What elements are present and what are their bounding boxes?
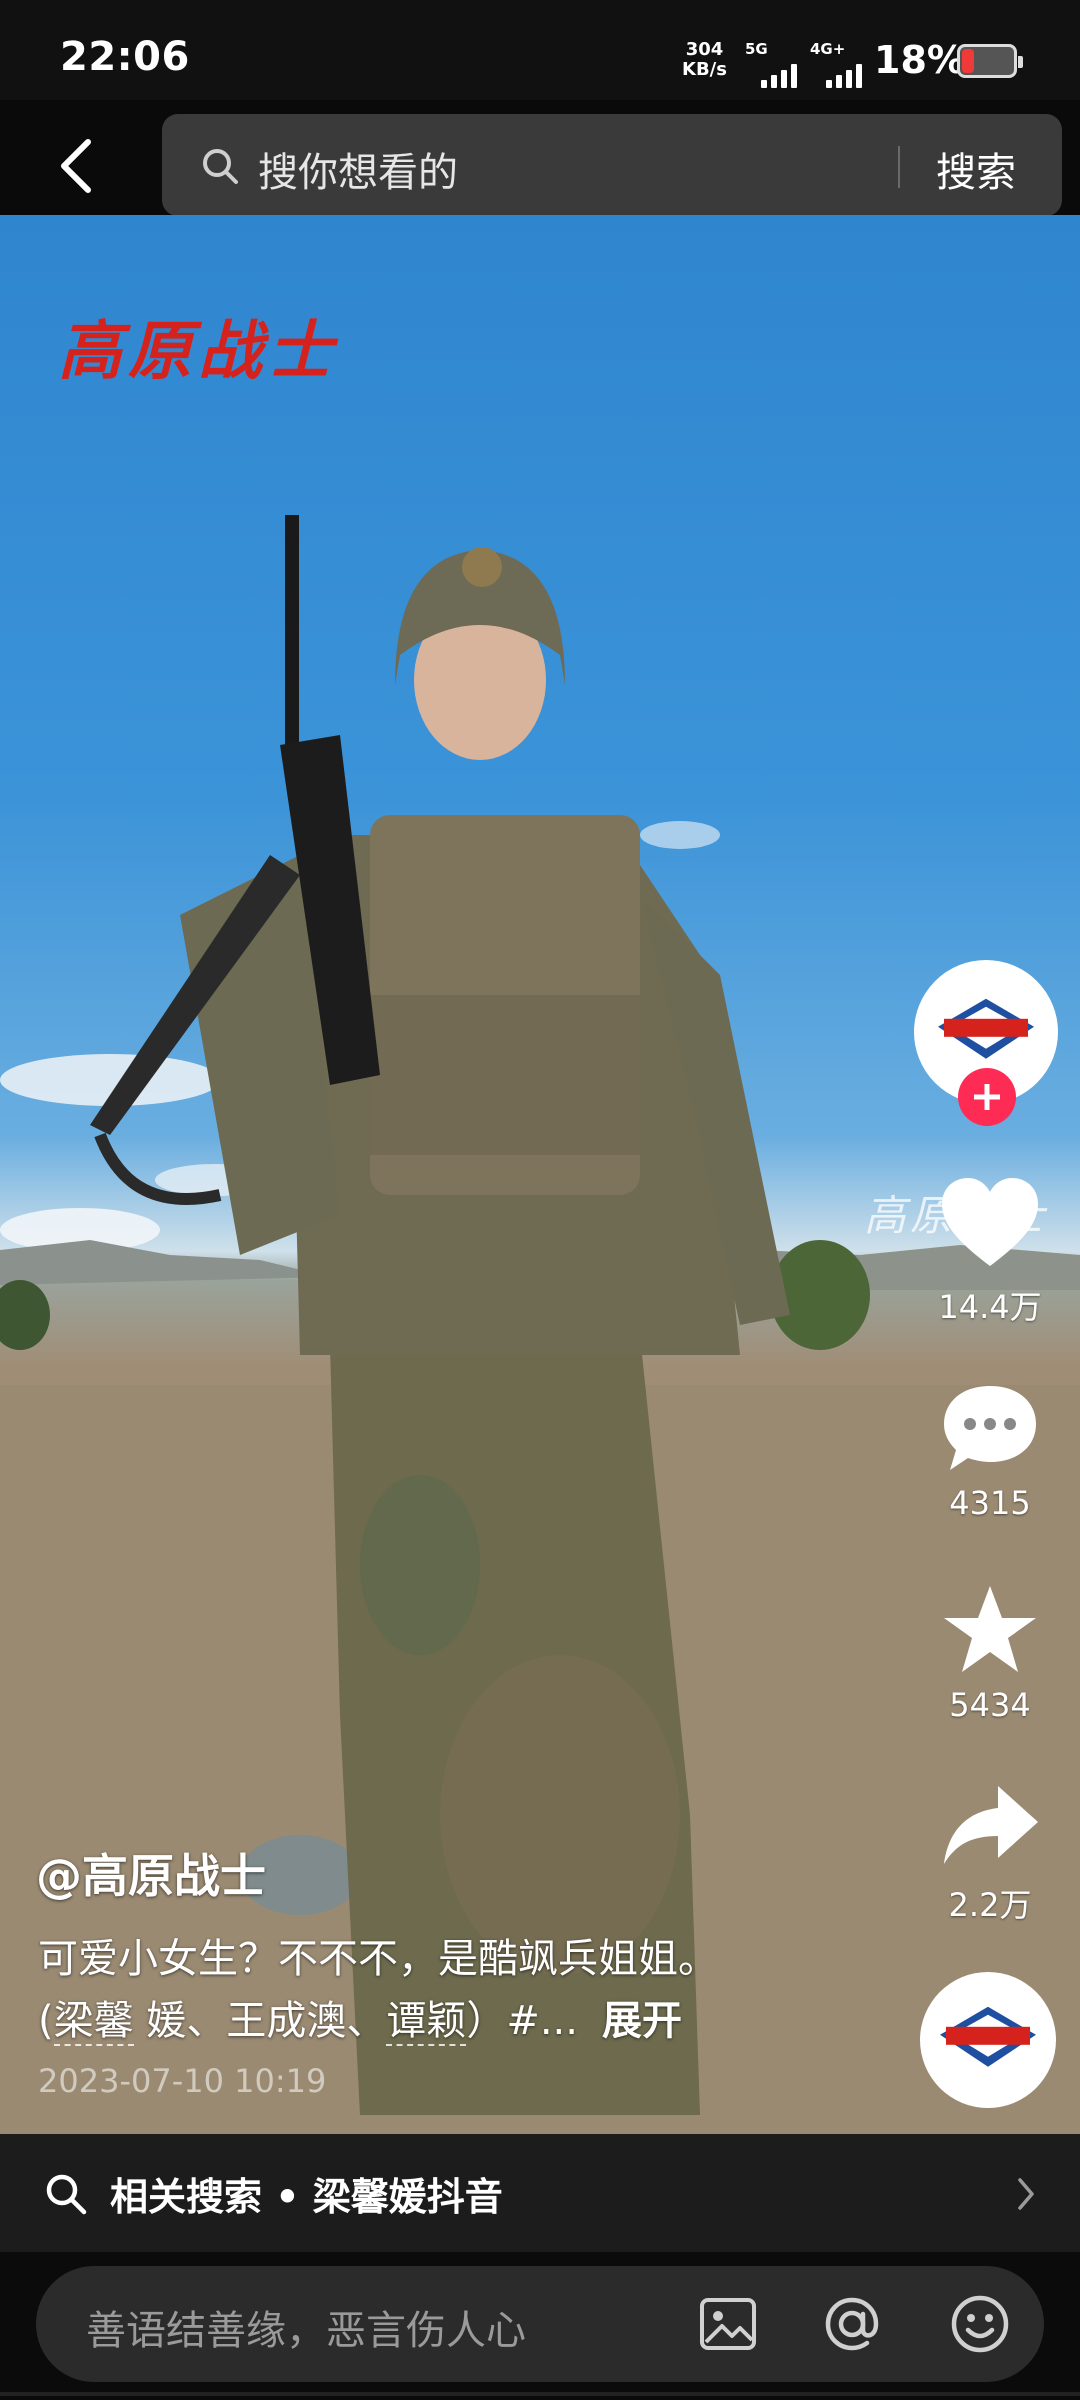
search-icon xyxy=(46,2174,87,2215)
emoji-icon[interactable] xyxy=(948,2292,1012,2356)
caption-text: 媛、王成澳、 xyxy=(133,1998,387,2044)
caption-person-tag[interactable]: 梁馨 xyxy=(53,1998,134,2046)
status-time: 22:06 xyxy=(60,34,190,80)
follow-button[interactable] xyxy=(958,1068,1016,1126)
battery-percent: 18% xyxy=(874,38,965,82)
chevron-left-icon xyxy=(61,139,91,193)
search-button[interactable]: 搜索 xyxy=(936,140,1016,198)
signal-4g-label: 4G+ xyxy=(810,40,846,58)
caption-person-tag[interactable]: 谭颖 xyxy=(386,1998,467,2046)
chevron-right-icon xyxy=(1018,2178,1034,2210)
expand-button[interactable]: 展开 xyxy=(602,1998,682,2044)
home-indicator xyxy=(0,2392,1080,2396)
caption-hashtag: ）#... xyxy=(466,1998,578,2044)
net-speed-unit: KB/s xyxy=(682,59,727,80)
search-divider xyxy=(898,146,900,188)
like-count: 14.4万 xyxy=(938,1288,1042,1326)
comment-icon[interactable] xyxy=(938,1380,1042,1476)
star-icon[interactable] xyxy=(938,1582,1042,1678)
music-disc-avatar[interactable] xyxy=(920,1972,1056,2108)
share-count: 2.2万 xyxy=(948,1886,1032,1924)
plateau-soldier-logo-icon xyxy=(938,998,1034,1059)
author-name[interactable]: @高原战士 xyxy=(36,1840,266,1906)
mention-icon[interactable] xyxy=(820,2292,884,2356)
share-icon[interactable] xyxy=(938,1778,1042,1874)
caption-paren: ( xyxy=(38,1998,54,2044)
plateau-soldier-logo-icon xyxy=(940,2006,1036,2067)
related-search-text: 相关搜索 • 梁馨媛抖音 xyxy=(110,2175,503,2219)
signal-5g-label: 5G xyxy=(745,40,768,58)
post-date: 2023-07-10 10:19 xyxy=(38,2062,327,2100)
video-overlay-logo: 高原战士 xyxy=(58,314,338,389)
search-icon xyxy=(203,149,238,184)
image-icon[interactable] xyxy=(696,2292,760,2356)
back-button[interactable] xyxy=(52,136,102,196)
comment-placeholder: 善语结善缘，恶言伤人心 xyxy=(86,2308,526,2354)
caption-line2: (梁馨 媛、王成澳、谭颖）#... 展开 xyxy=(38,1988,682,2046)
caption-line1: 可爱小女生？不不不，是酷飒兵姐姐。 xyxy=(38,1936,718,1982)
battery-icon xyxy=(957,44,1023,78)
search-placeholder: 搜你想看的 xyxy=(258,150,458,196)
net-speed: 304 KB/s xyxy=(682,40,727,80)
heart-icon[interactable] xyxy=(938,1176,1042,1272)
comment-count: 4315 xyxy=(949,1484,1031,1522)
favorite-count: 5434 xyxy=(949,1686,1031,1724)
net-speed-value: 304 xyxy=(685,39,724,60)
